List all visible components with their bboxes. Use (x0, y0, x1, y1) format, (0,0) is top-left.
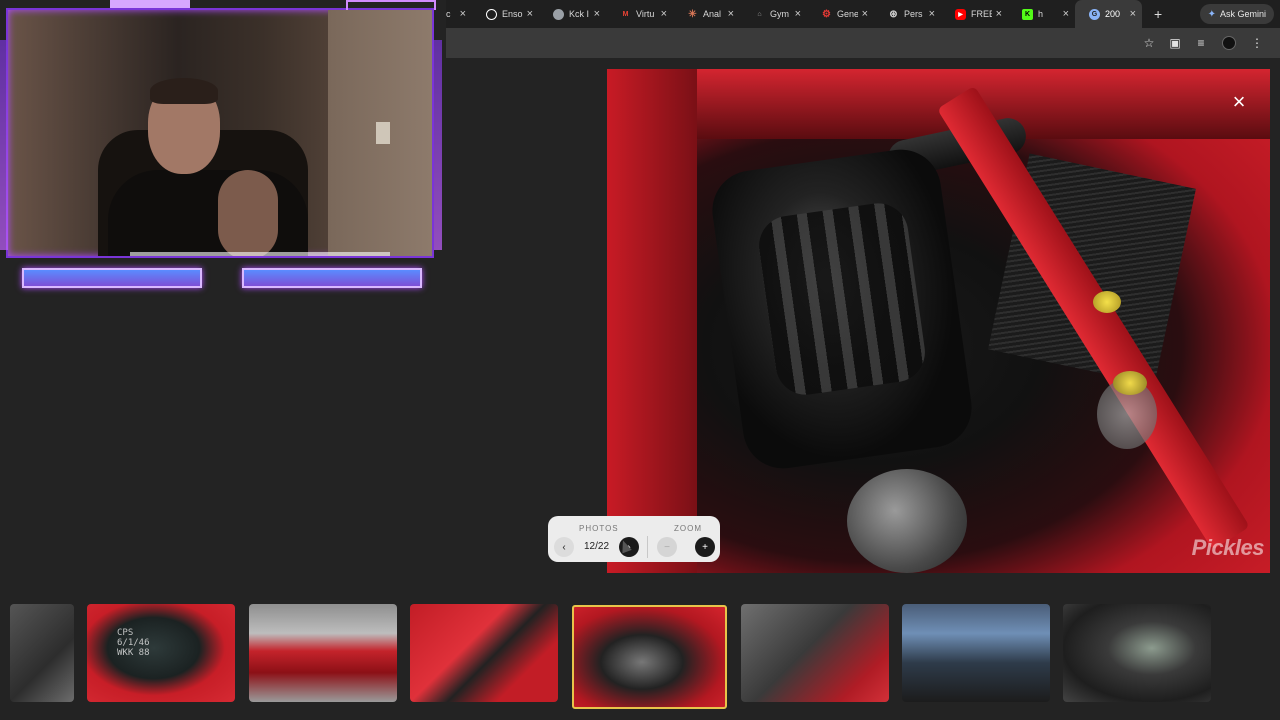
thumbnail[interactable] (902, 604, 1050, 702)
photo-strut-brace (937, 85, 1250, 550)
close-tab-icon[interactable]: × (1063, 8, 1069, 20)
pickles-watermark: Pickles (1191, 535, 1265, 560)
gear-icon: ⚙ (822, 8, 831, 20)
webcam-frame-bar (22, 268, 202, 288)
browser-toolbar: ☆ ▣ ≡ ⋮ (440, 28, 1280, 58)
photo-controls: PHOTOS ZOOM ‹ 12/22 › − + (548, 516, 720, 562)
writing-line: WKK 88 (117, 648, 150, 658)
thumbnail[interactable] (741, 604, 889, 702)
close-tab-icon[interactable]: × (795, 8, 801, 20)
webcam-person-arm (218, 170, 278, 256)
k-icon: K (1022, 8, 1033, 20)
webcam-frame-accent (346, 0, 436, 10)
thumbnail[interactable]: CPS 6/1/46 WKK 88 (87, 604, 235, 702)
webcam-frame-accent (110, 0, 190, 8)
zoom-label: ZOOM (674, 524, 702, 533)
close-tab-icon[interactable]: × (1130, 8, 1136, 20)
tab-search-icon[interactable]: ≡ (1188, 36, 1214, 50)
tab-title: Pers (904, 9, 923, 19)
close-tab-icon[interactable]: × (996, 8, 1002, 20)
chatgpt-icon: ⊛ (889, 8, 898, 20)
photo-manifold-ribs (755, 199, 929, 399)
tab-4[interactable]: ✳ Anal × (673, 0, 740, 28)
webcam-frame-glow (130, 252, 390, 256)
close-tab-icon[interactable]: × (862, 8, 868, 20)
writing-line: CPS (117, 628, 134, 638)
webcam-person-hair (150, 78, 218, 104)
tab-3[interactable]: M Virtu × (606, 0, 673, 28)
kick-icon (553, 8, 564, 20)
tab-title: Enso (502, 9, 523, 19)
enso-icon (486, 8, 497, 20)
tab-5[interactable]: ⌂ Gym × (740, 0, 807, 28)
tab-title: 200 (1105, 9, 1121, 19)
tab-7[interactable]: ⊛ Pers × (874, 0, 941, 28)
tab-8[interactable]: ▶ FREE × (941, 0, 1008, 28)
bookmark-star-icon[interactable]: ☆ (1136, 36, 1162, 50)
close-tab-icon[interactable]: × (594, 8, 600, 20)
thumbnail[interactable] (10, 604, 74, 702)
ask-gemini-label: Ask Gemini (1219, 9, 1266, 19)
tab-6[interactable]: ⚙ Gene × (807, 0, 874, 28)
close-icon[interactable]: × (1228, 91, 1250, 113)
photo-hood-area (607, 69, 1270, 139)
tab-title: FREE (971, 9, 992, 19)
photos-label: PHOTOS (579, 524, 619, 533)
photo-counter: 12/22 (584, 541, 610, 552)
zoom-out-button[interactable]: − (657, 537, 677, 557)
tab-2[interactable]: Kck I × (539, 0, 606, 28)
thumbnail[interactable] (249, 604, 397, 702)
doc-icon: ⌂ (757, 10, 762, 18)
webcam-frame-side (434, 40, 442, 250)
photo-radiator-cap (1093, 291, 1121, 313)
controls-divider (647, 536, 648, 558)
webcam-overlay (0, 0, 446, 294)
profile-avatar-icon[interactable] (1222, 36, 1236, 50)
close-tab-icon[interactable]: × (527, 8, 533, 20)
gemini-sparkle-icon: ✦ (1207, 8, 1216, 20)
browser-tab-bar: Yc × Enso × Kck I × M Virtu × ✳ Anal × ⌂… (440, 0, 1280, 28)
ask-gemini-button[interactable]: ✦ Ask Gemini (1199, 4, 1274, 24)
webcam-frame-bar (242, 268, 422, 288)
gmail-icon: M (622, 10, 629, 18)
photo-reservoir-cap (1113, 371, 1147, 395)
youtube-icon: ▶ (955, 8, 966, 20)
thumbnail[interactable] (410, 604, 558, 702)
tab-9[interactable]: K h × (1008, 0, 1075, 28)
tab-title: Gym (770, 9, 789, 19)
photo-fender (607, 69, 697, 573)
zoom-in-button[interactable]: + (695, 537, 715, 557)
writing-line: 6/1/46 (117, 638, 150, 648)
tab-1[interactable]: Enso × (472, 0, 539, 28)
tab-title: Kck I (569, 9, 590, 19)
new-tab-button[interactable]: + (1142, 6, 1174, 22)
thumbnail[interactable] (1063, 604, 1211, 702)
tab-10[interactable]: G 200 × (1075, 0, 1142, 28)
photo-turbo (847, 469, 967, 573)
close-tab-icon[interactable]: × (460, 8, 466, 20)
main-photo: Pickles × (607, 69, 1270, 573)
close-tab-icon[interactable]: × (661, 8, 667, 20)
prev-photo-button[interactable]: ‹ (554, 537, 574, 557)
webcam-feed (6, 8, 434, 258)
menu-kebab-icon[interactable]: ⋮ (1244, 36, 1270, 50)
close-tab-icon[interactable]: × (929, 8, 935, 20)
tab-title: Anal (703, 9, 722, 19)
sidepanel-icon[interactable]: ▣ (1162, 36, 1188, 50)
tab-title: Virtu (636, 9, 655, 19)
webcam-person-body (108, 170, 308, 256)
thumbnail-active[interactable] (572, 605, 727, 709)
tab-title: Gene (837, 9, 858, 19)
windshield-writing: CPS 6/1/46 WKK 88 (117, 628, 150, 658)
claude-icon: ✳ (688, 8, 697, 20)
chrome-icon: G (1089, 8, 1100, 20)
thumbnail-strip: CPS 6/1/46 WKK 88 (0, 604, 1280, 709)
close-tab-icon[interactable]: × (728, 8, 734, 20)
webcam-light-switch (376, 122, 390, 144)
tab-title: h (1038, 9, 1044, 19)
webcam-frame-side (0, 40, 8, 250)
screen: Yc × Enso × Kck I × M Virtu × ✳ Anal × ⌂… (0, 0, 1280, 720)
